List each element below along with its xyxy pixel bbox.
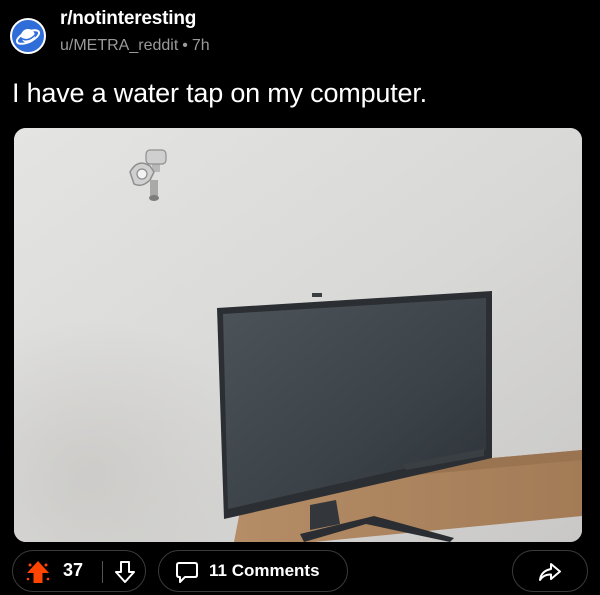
post-age: 7h: [191, 37, 210, 54]
author-name[interactable]: u/METRA_reddit: [60, 37, 178, 54]
subreddit-name[interactable]: r/notinteresting: [60, 8, 196, 30]
share-arrow-icon: [538, 560, 562, 584]
share-button[interactable]: [512, 550, 588, 592]
comment-bubble-icon: [175, 560, 199, 584]
comments-count: 11 Comments: [209, 561, 320, 580]
downvote-arrow-icon[interactable]: [114, 560, 136, 584]
post-actions: 37 11 Comments: [0, 548, 600, 595]
post-image[interactable]: [14, 128, 582, 542]
planet-icon: [15, 29, 41, 45]
post-title[interactable]: I have a water tap on my computer.: [12, 78, 427, 109]
vote-bar: 37: [12, 550, 146, 592]
meta-separator: •: [182, 37, 188, 54]
upvote-arrow-icon[interactable]: [25, 559, 51, 585]
vote-score: 37: [63, 560, 84, 580]
post-header: r/notinteresting u/METRA_reddit • 7h: [0, 0, 600, 70]
comments-button[interactable]: 11 Comments: [158, 550, 348, 592]
post-meta: u/METRA_reddit • 7h: [60, 37, 210, 55]
subreddit-avatar[interactable]: [10, 18, 46, 54]
monitor-photo: [14, 128, 582, 542]
vote-divider: [102, 561, 103, 583]
